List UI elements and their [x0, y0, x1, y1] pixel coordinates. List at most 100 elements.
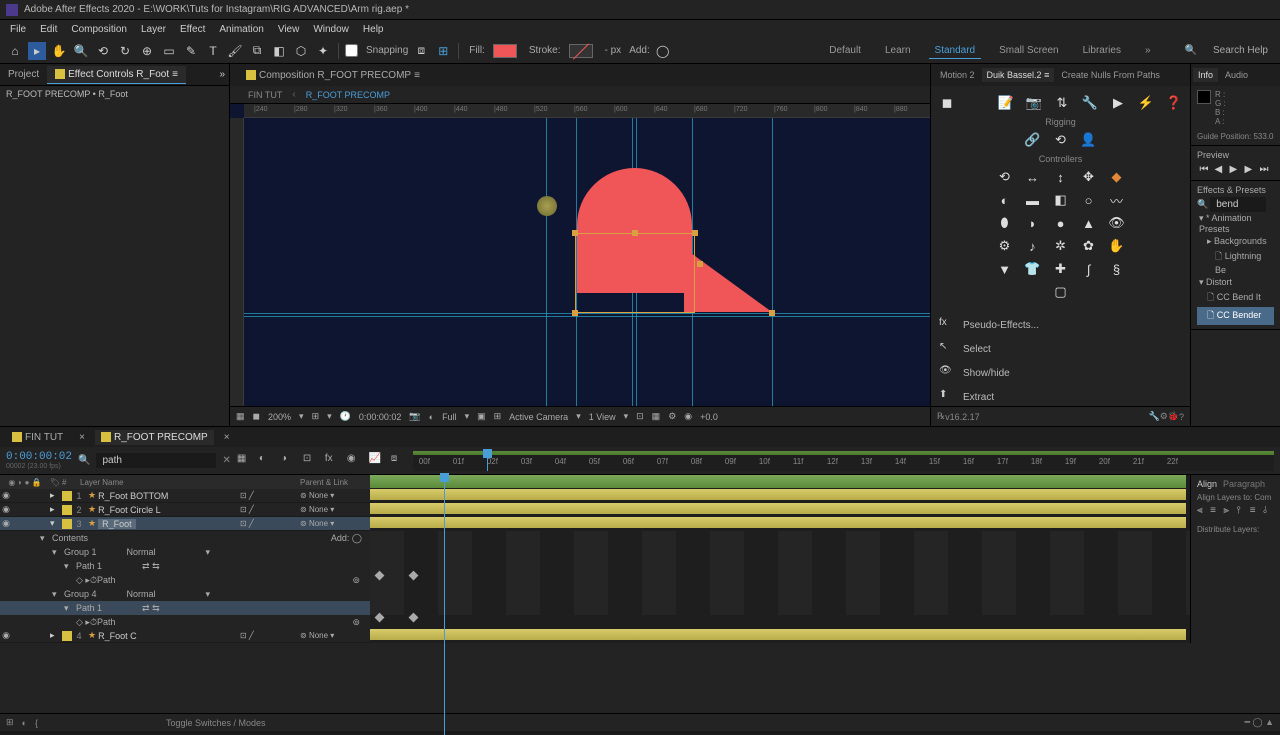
guide-h2[interactable]: [244, 316, 930, 317]
preset-ccbender[interactable]: 🗋 CC Bender: [1197, 307, 1274, 325]
clear-search-icon[interactable]: ✕: [222, 455, 230, 466]
rotate-tool-icon[interactable]: ↻: [116, 42, 134, 60]
ctrl-hips-icon[interactable]: ▼: [995, 259, 1015, 279]
layer-row-2[interactable]: ◉ ▸ 2 ★R_Foot Circle L ⊡ ╱ ⊚ None ▾: [0, 503, 370, 517]
ctrl-xpos-icon[interactable]: ↔: [1023, 167, 1043, 187]
ws-learn[interactable]: Learn: [879, 43, 917, 59]
ctrl-torso-icon[interactable]: ✿: [1079, 236, 1099, 256]
ctrl-head-icon[interactable]: ⬮: [995, 213, 1015, 233]
ctrl-hoof-icon[interactable]: ▲: [1079, 213, 1099, 233]
ctrl-foot-icon[interactable]: ◗: [1023, 213, 1043, 233]
prop-group1[interactable]: ▾Group 1Normal▾: [0, 545, 370, 559]
vf-safe-icon[interactable]: ▣: [477, 411, 486, 422]
tab-info[interactable]: Info: [1193, 68, 1218, 82]
hand-tool-icon[interactable]: ✋: [50, 42, 68, 60]
current-time[interactable]: 0:00:00:02: [6, 451, 72, 463]
ctrl-paw-icon[interactable]: ●: [1051, 213, 1071, 233]
tl-snap-icon[interactable]: ⧈: [391, 453, 407, 469]
preset-bg[interactable]: ▸ Backgrounds: [1197, 235, 1274, 248]
foot-toe-shape[interactable]: [684, 248, 772, 312]
menu-layer[interactable]: Layer: [135, 22, 172, 37]
menu-help[interactable]: Help: [357, 22, 390, 37]
anchor-bl[interactable]: [572, 310, 578, 316]
align-hcenter-icon[interactable]: ≡: [1210, 505, 1221, 521]
bounding-box[interactable]: [575, 233, 695, 313]
anchor-tl[interactable]: [572, 230, 578, 236]
paragraph-tab[interactable]: Paragraph: [1223, 479, 1265, 489]
anchor-tc[interactable]: [632, 230, 638, 236]
align-tab[interactable]: Align: [1197, 479, 1217, 489]
brush-tool-icon[interactable]: 🖌: [226, 42, 244, 60]
prop-path1a[interactable]: ▾Path 1⇄ ⇆: [0, 559, 370, 573]
guide-v1[interactable]: [546, 118, 547, 406]
fill-swatch[interactable]: [493, 44, 517, 58]
layer-row-1[interactable]: ◉ ▸ 1 ★R_Foot BOTTOM ⊡ ╱ ⊚ None ▾: [0, 489, 370, 503]
play-icon[interactable]: ▶: [1230, 164, 1242, 176]
tl-ruler[interactable]: 00f 01f 02f 03f 04f 05f 06f 07f 08f 09f …: [413, 451, 1274, 471]
ctrl-audio-icon[interactable]: ♪: [1023, 236, 1043, 256]
layer-search[interactable]: [96, 453, 216, 468]
align-vcenter-icon[interactable]: ≡: [1250, 505, 1261, 521]
align-right-icon[interactable]: ⫸: [1223, 505, 1234, 521]
bar-1[interactable]: [370, 489, 1186, 500]
vf-mocha-icon[interactable]: ◉: [684, 411, 692, 422]
duik-notes-icon[interactable]: 📝: [996, 93, 1016, 113]
align-left-icon[interactable]: ⫷: [1197, 505, 1208, 521]
preset-search[interactable]: [1210, 197, 1266, 212]
duik-help-icon[interactable]: ❓: [1164, 93, 1184, 113]
bar-4[interactable]: [370, 629, 1186, 640]
last-frame-icon[interactable]: ⏭: [1260, 164, 1272, 176]
menu-file[interactable]: File: [4, 22, 32, 37]
ctrl-hair-icon[interactable]: ⚙: [995, 236, 1015, 256]
vf-px-icon[interactable]: ⊡: [636, 411, 644, 422]
stroke-swatch[interactable]: [569, 44, 593, 58]
workarea-bar[interactable]: [370, 475, 1186, 488]
ctrl-rotate-icon[interactable]: ⟲: [995, 167, 1015, 187]
duik-link-icon[interactable]: 🔗: [1023, 130, 1043, 150]
prop-path-b[interactable]: ◇ ▸ ⏱ Path⊚: [0, 615, 370, 629]
layer-row-3[interactable]: ◉ ▾ 3 ★R_Foot ⊡ ╱ ⊚ None ▾: [0, 517, 370, 531]
snap2-icon[interactable]: ⊞: [434, 42, 452, 60]
tl-toggle-icon[interactable]: ⊞: [6, 717, 14, 728]
anchor-tool-icon[interactable]: ⊕: [138, 42, 156, 60]
ctrl-2dslider-icon[interactable]: ▬: [1023, 190, 1043, 210]
tab-motion2[interactable]: Motion 2: [935, 68, 980, 82]
camera-value[interactable]: Active Camera: [509, 412, 568, 422]
duik-rig-icon[interactable]: ⚡: [1136, 93, 1156, 113]
comp-tab[interactable]: Composition R_FOOT PRECOMP ≡: [238, 67, 428, 84]
ctrl-cam-icon[interactable]: ○: [1079, 190, 1099, 210]
menu-edit[interactable]: Edit: [34, 22, 63, 37]
vf-3d-icon[interactable]: ▦: [652, 411, 661, 422]
exposure-value[interactable]: +0.0: [700, 412, 718, 422]
pseudo-effects[interactable]: fxPseudo-Effects...: [937, 313, 1184, 337]
playhead[interactable]: [487, 451, 488, 471]
vf-alpha-icon[interactable]: ◼: [253, 411, 260, 422]
preset-ccbendit[interactable]: 🗋 CC Bend It: [1197, 289, 1274, 307]
ctrl-shoulders-icon[interactable]: ✚: [1051, 259, 1071, 279]
duik-tools-icon[interactable]: 🔧: [1080, 93, 1100, 113]
duik-gear-icon[interactable]: ⚙: [1160, 411, 1168, 422]
duik-wrench-icon[interactable]: 🔧: [1148, 411, 1159, 422]
eraser-tool-icon[interactable]: ◧: [270, 42, 288, 60]
tab-effect-controls[interactable]: Effect Controls R_Foot ≡: [47, 66, 186, 84]
tab-menu-icon[interactable]: ≡: [172, 69, 178, 80]
extract-action[interactable]: ⬆Extract: [937, 385, 1184, 406]
tl-track-area[interactable]: [370, 475, 1190, 643]
duik-bug-icon[interactable]: 🐞: [1168, 411, 1179, 422]
zoom-tool-icon[interactable]: 🔍: [72, 42, 90, 60]
tl-tab-close2[interactable]: ×: [218, 430, 236, 445]
roto-tool-icon[interactable]: ⬡: [292, 42, 310, 60]
clone-tool-icon[interactable]: ⧉: [248, 42, 266, 60]
viewport[interactable]: |240|280|320|360|400|440|480|520|560|600…: [230, 104, 930, 406]
canvas[interactable]: [244, 118, 930, 406]
subtab-fintut[interactable]: FIN TUT: [242, 88, 288, 102]
align-top-icon[interactable]: ⫯: [1237, 505, 1248, 521]
tl-ql-icon[interactable]: ◑: [281, 453, 297, 469]
text-tool-icon[interactable]: T: [204, 42, 222, 60]
ctrl-pos-icon[interactable]: ✥: [1079, 167, 1099, 187]
guide-v6[interactable]: [772, 118, 773, 406]
add-shape-icon[interactable]: ◯: [654, 42, 672, 60]
snapping-checkbox[interactable]: [345, 44, 358, 57]
tl-tab-close1[interactable]: ×: [73, 430, 91, 445]
preset-lightning[interactable]: 🗋 Lightning Be: [1197, 248, 1274, 276]
